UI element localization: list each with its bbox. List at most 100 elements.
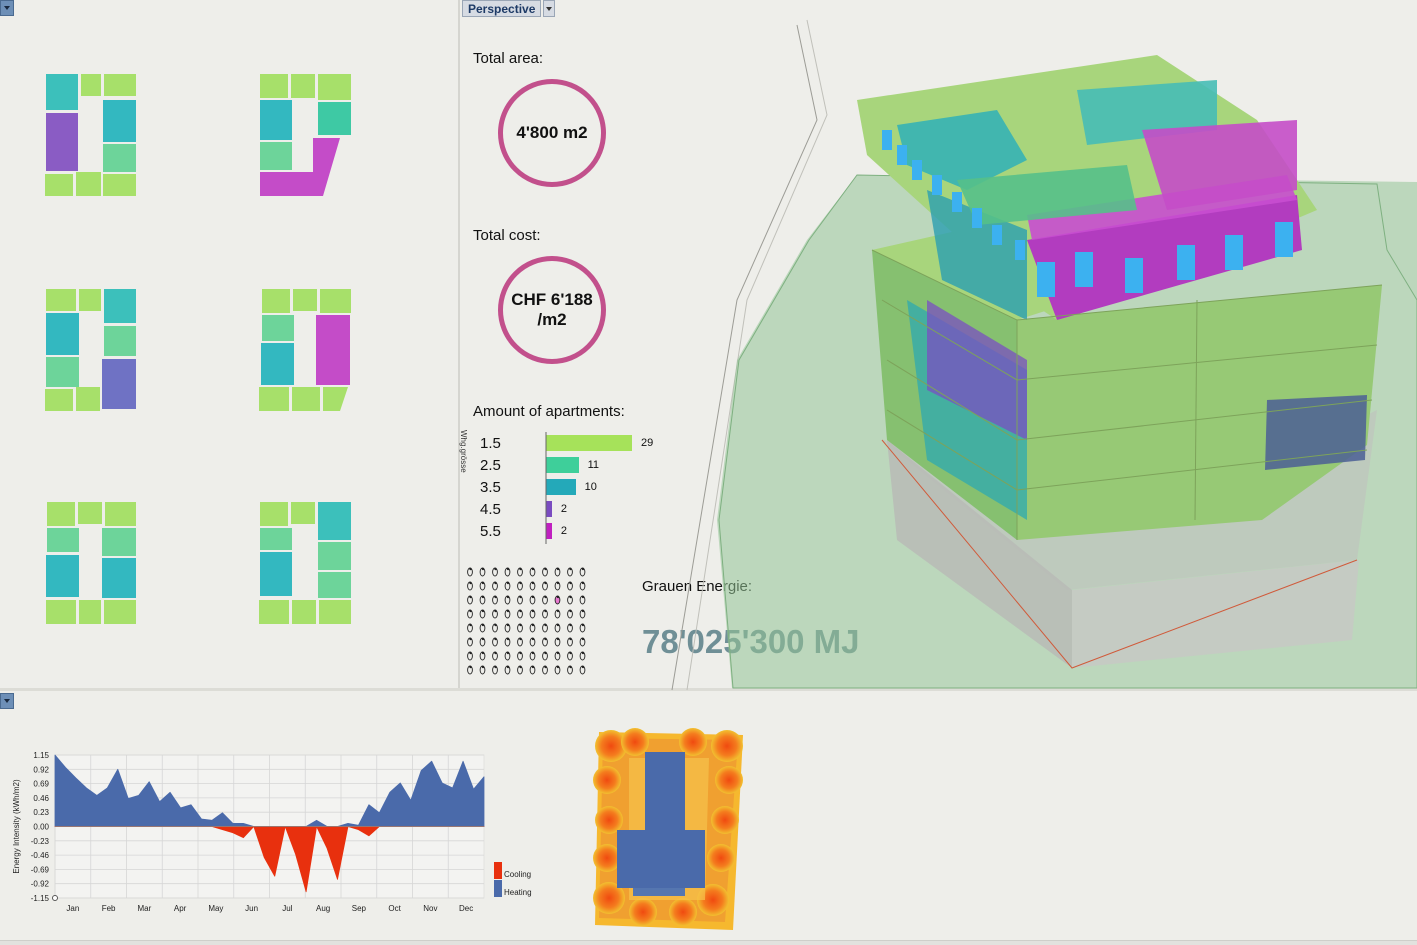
viewport-tab[interactable]: Perspective (462, 0, 556, 17)
total-cost-ring: CHF 6'188 /m2 (498, 256, 606, 364)
total-cost-value: CHF 6'188 /m2 (511, 290, 593, 329)
y-tick-label: -0.92 (31, 880, 50, 889)
legend-label-cooling: Cooling (504, 870, 531, 879)
person-icon (479, 581, 486, 591)
floor-plan-5[interactable] (46, 502, 136, 624)
person-icon (517, 665, 523, 675)
person-icon (554, 595, 561, 605)
legend-label-heating: Heating (504, 888, 532, 897)
person-icon (492, 595, 498, 605)
total-cost-label: Total cost: (473, 227, 541, 244)
person-icon (567, 623, 573, 633)
person-icon (579, 567, 586, 577)
person-icon (554, 609, 561, 619)
apartment-size-label: 5.5 (480, 522, 501, 540)
person-icon (517, 609, 523, 619)
occupant-icon-grid (467, 567, 586, 675)
person-icon (479, 651, 486, 661)
person-icon (467, 651, 473, 661)
total-area-ring: 4'800 m2 (498, 79, 606, 187)
total-area-value: 4'800 m2 (516, 123, 588, 142)
apartment-size-label: 4.5 (480, 500, 501, 518)
person-icon (579, 595, 586, 605)
floor-plan-3[interactable] (45, 289, 136, 411)
apartments-axis-label: Whg.grösse (459, 430, 468, 473)
status-bar (0, 940, 1417, 945)
y-tick-label: 0.69 (33, 780, 49, 789)
person-icon (579, 623, 586, 633)
panel-divider-vertical[interactable] (458, 0, 460, 688)
apartment-bar-row: 1.5 29 (480, 432, 653, 454)
person-icon (479, 623, 486, 633)
legend-swatch-cooling (494, 862, 502, 879)
person-icon (554, 623, 561, 633)
person-icon (542, 581, 548, 591)
floor-plan-1[interactable] (45, 74, 136, 196)
floor-plan-2[interactable] (260, 74, 351, 196)
apartment-count-bar (546, 479, 576, 495)
person-icon (542, 567, 548, 577)
person-icon (567, 651, 573, 661)
person-icon (492, 609, 498, 619)
apartment-count-label: 29 (641, 437, 654, 449)
person-icon (529, 665, 536, 675)
axis-origin-marker (52, 895, 58, 901)
y-tick-label: 0.46 (33, 794, 49, 803)
person-icon (542, 665, 548, 675)
y-tick-label: -0.69 (31, 865, 50, 874)
person-icon (517, 567, 523, 577)
person-icon (467, 609, 473, 619)
x-tick-label: Sep (352, 904, 367, 913)
person-icon (542, 651, 548, 661)
apartment-count-label: 2 (560, 503, 568, 515)
y-axis-title: Energy Intensity (kWh/m2) (12, 779, 21, 874)
person-icon (554, 665, 561, 675)
y-tick-label: 0.00 (33, 823, 49, 832)
person-icon (542, 595, 548, 605)
floor-plans-panel (45, 74, 351, 624)
viewport-mode-label[interactable]: Perspective (462, 0, 542, 17)
building-3d-viewport[interactable] (671, 0, 1417, 691)
person-icon (467, 637, 473, 647)
person-icon (579, 609, 586, 619)
apartment-count-label: 10 (584, 481, 597, 493)
x-tick-label: Apr (174, 904, 187, 913)
person-icon (479, 665, 486, 675)
person-icon (579, 637, 586, 647)
floor-plan-4[interactable] (259, 289, 351, 411)
y-tick-label: -0.23 (31, 837, 50, 846)
apartment-size-label: 3.5 (480, 478, 501, 496)
legend-swatch-heating (494, 880, 502, 897)
apartment-size-label: 2.5 (480, 456, 501, 474)
x-tick-label: Jul (282, 904, 292, 913)
person-icon (579, 651, 586, 661)
person-icon (529, 609, 536, 619)
y-tick-label: 1.15 (33, 751, 49, 760)
apartment-size-label: 1.5 (480, 434, 501, 452)
person-icon (517, 581, 523, 591)
x-tick-label: Nov (423, 904, 437, 913)
person-icon (542, 609, 548, 619)
person-icon (517, 651, 523, 661)
apartment-count-bar (546, 435, 632, 451)
floor-plan-6[interactable] (259, 502, 351, 624)
x-tick-label: May (208, 904, 223, 913)
person-icon (567, 665, 573, 675)
x-tick-label: Oct (388, 904, 401, 913)
person-icon (504, 609, 511, 619)
person-icon (504, 567, 511, 577)
apartment-count-label: 2 (560, 525, 568, 537)
chevron-down-icon[interactable] (543, 0, 556, 17)
person-icon (467, 567, 473, 577)
person-icon (579, 665, 586, 675)
bottom-panel-menu-button[interactable] (0, 693, 14, 709)
person-icon (504, 651, 511, 661)
y-tick-label: -0.46 (31, 851, 50, 860)
person-icon (517, 595, 523, 605)
x-tick-label: Dec (459, 904, 473, 913)
apartments-label: Amount of apartments: (473, 403, 625, 420)
person-icon (504, 637, 511, 647)
person-icon (492, 581, 498, 591)
person-icon (467, 595, 473, 605)
total-area-label: Total area: (473, 50, 544, 67)
